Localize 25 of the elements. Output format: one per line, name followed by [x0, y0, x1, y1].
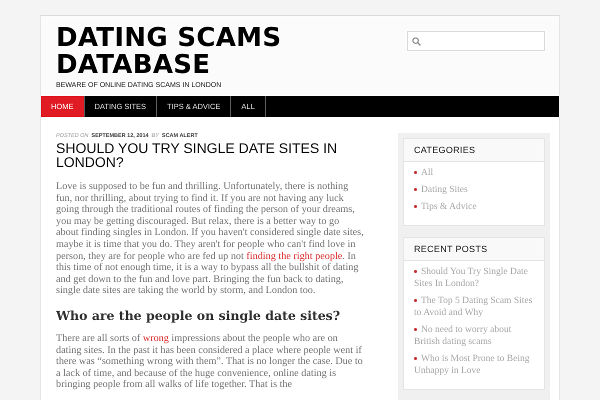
paragraph: Love is supposed to be fun and thrilling. Unfortunately, there is nothing fun, nor thrilling, about trying to find it. If you are not having any luck going through the traditional routes of finding the person of your dreams, you may be getting discouraged. But relax, there is a better way to go about finding singles in London. If you haven't considered single date sites, maybe it is time that you do. They aren't for people who can't find love in person, they are for people who are fed up not finding the right people. In this time of not enough time, it is a way to bypass all the bullshit of dating and get down to the fun and love part. Bringing the fun back to dating, single date sites are taking the world by storm, and London too.	[56, 181, 364, 297]
bullet-icon	[414, 357, 417, 360]
site-title[interactable]: DATING SCAMS DATABASE	[56, 25, 296, 79]
section-heading: Who are the people on single date sites?	[56, 308, 342, 323]
sidebar-link[interactable]: Who is Most Prone to Being Unhappy in Love	[414, 353, 534, 377]
sidebar-link[interactable]: No need to worry about British dating scams	[414, 324, 534, 348]
widget-title: CATEGORIES	[404, 139, 544, 162]
bullet-icon	[414, 188, 417, 192]
paragraph: There are all sorts of wrong impressions about the people who are on dating sites. In the past it has been considered a place where people went if there was “something wrong with them”. That is no longer the case. Due to a lack of time, and because of the huge convenience, online dating is bringing people from all walks of life together. That is the	[56, 332, 364, 391]
search-icon	[412, 36, 421, 46]
bullet-icon	[414, 270, 417, 274]
bullet-icon	[414, 171, 417, 174]
text-link[interactable]: wrong	[142, 332, 169, 344]
sidebar-link[interactable]: All	[414, 167, 534, 179]
post-title[interactable]: SHOULD YOU TRY SINGLE DATE SITES IN LONDON?	[56, 141, 364, 169]
bullet-icon	[414, 328, 417, 332]
sidebar-link[interactable]: The Top 5 Dating Scam Sites to Avoid and Why	[414, 295, 534, 319]
bullet-icon	[414, 205, 417, 208]
text-link[interactable]: finding the right people	[246, 250, 342, 262]
sidebar-link[interactable]: Tips & Advice	[414, 201, 534, 213]
sidebar-link[interactable]: Dating Sites	[414, 184, 534, 196]
search-field[interactable]	[407, 31, 545, 51]
bullet-icon	[414, 299, 417, 302]
widget-title: RECENT POSTS	[404, 238, 544, 261]
sidebar-link[interactable]: Should You Try Single Date Sites In London?	[414, 266, 534, 290]
